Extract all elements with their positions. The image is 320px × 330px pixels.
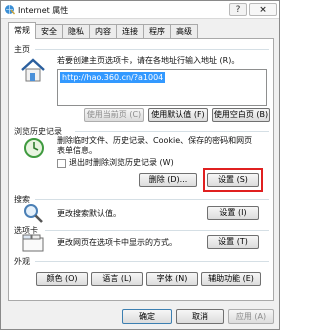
history-description-line1: 删除临时文件、历史记录、Cookie、保存的密码和网页 [57,136,253,145]
homepage-url-text: http://hao.360.cn/?a1004 [60,72,166,83]
use-current-button[interactable]: 使用当前页 (C) [84,108,144,122]
highlight-box [203,168,263,192]
help-button[interactable]: ? [229,3,247,16]
general-tab-panel: 主页 若要创建主页选项卡，请在各地址行输入地址 (R)。 http://hao.… [8,38,274,301]
appearance-divider [35,261,269,262]
tab-security[interactable]: 安全 [35,24,63,39]
delete-history-button[interactable]: 删除 (D)... [139,173,197,187]
internet-properties-window: Internet 属性 ? × 常规 安全 隐私 内容 连接 程序 高级 主页 … [0,0,280,330]
homepage-url-field[interactable]: http://hao.360.cn/?a1004 [57,69,267,106]
close-button[interactable]: × [249,3,277,16]
tab-connections[interactable]: 连接 [116,24,144,39]
tabs-divider [45,230,269,231]
internet-options-icon [5,5,15,15]
tabs-description: 更改网页在选项卡中显示的方式。 [57,238,177,247]
search-divider [35,199,269,200]
search-description: 更改搜索默认值。 [57,209,121,218]
delete-on-exit-label: 退出时删除浏览历史记录 (W) [69,158,174,167]
apply-button[interactable]: 应用 (A) [228,309,274,324]
tab-programs[interactable]: 程序 [143,24,171,39]
languages-button[interactable]: 语言 (L) [91,272,143,286]
homepage-description: 若要创建主页选项卡，请在各地址行输入地址 (R)。 [57,56,240,65]
accessibility-button[interactable]: 辅助功能 (E) [201,272,261,286]
title-bar: Internet 属性 ? × [1,1,279,19]
search-icon [24,204,43,223]
tabs-icon [22,234,44,252]
use-blank-button[interactable]: 使用空白页 (B) [212,108,270,122]
tab-general[interactable]: 常规 [8,22,36,39]
tab-advanced[interactable]: 高级 [170,24,198,39]
home-icon [21,58,45,82]
homepage-section-label: 主页 [14,45,30,54]
fonts-button[interactable]: 字体 (N) [146,272,198,286]
history-divider [75,131,269,132]
ok-button[interactable]: 确定 [122,309,172,324]
colors-button[interactable]: 颜色 (O) [36,272,88,286]
search-settings-button[interactable]: 设置 (I) [207,206,259,220]
delete-on-exit-checkbox[interactable] [57,159,66,168]
appearance-section-label: 外观 [14,257,30,266]
homepage-divider [35,49,269,50]
tab-content[interactable]: 内容 [89,24,117,39]
history-description-line2: 表单信息。 [57,146,97,155]
history-icon [24,138,44,158]
tab-strip: 常规 安全 隐私 内容 连接 程序 高级 [8,22,198,39]
tab-privacy[interactable]: 隐私 [62,24,90,39]
tabs-settings-button[interactable]: 设置 (T) [207,235,259,249]
use-default-button[interactable]: 使用默认值 (F) [148,108,208,122]
cancel-button[interactable]: 取消 [176,309,224,324]
window-title: Internet 属性 [18,6,69,15]
